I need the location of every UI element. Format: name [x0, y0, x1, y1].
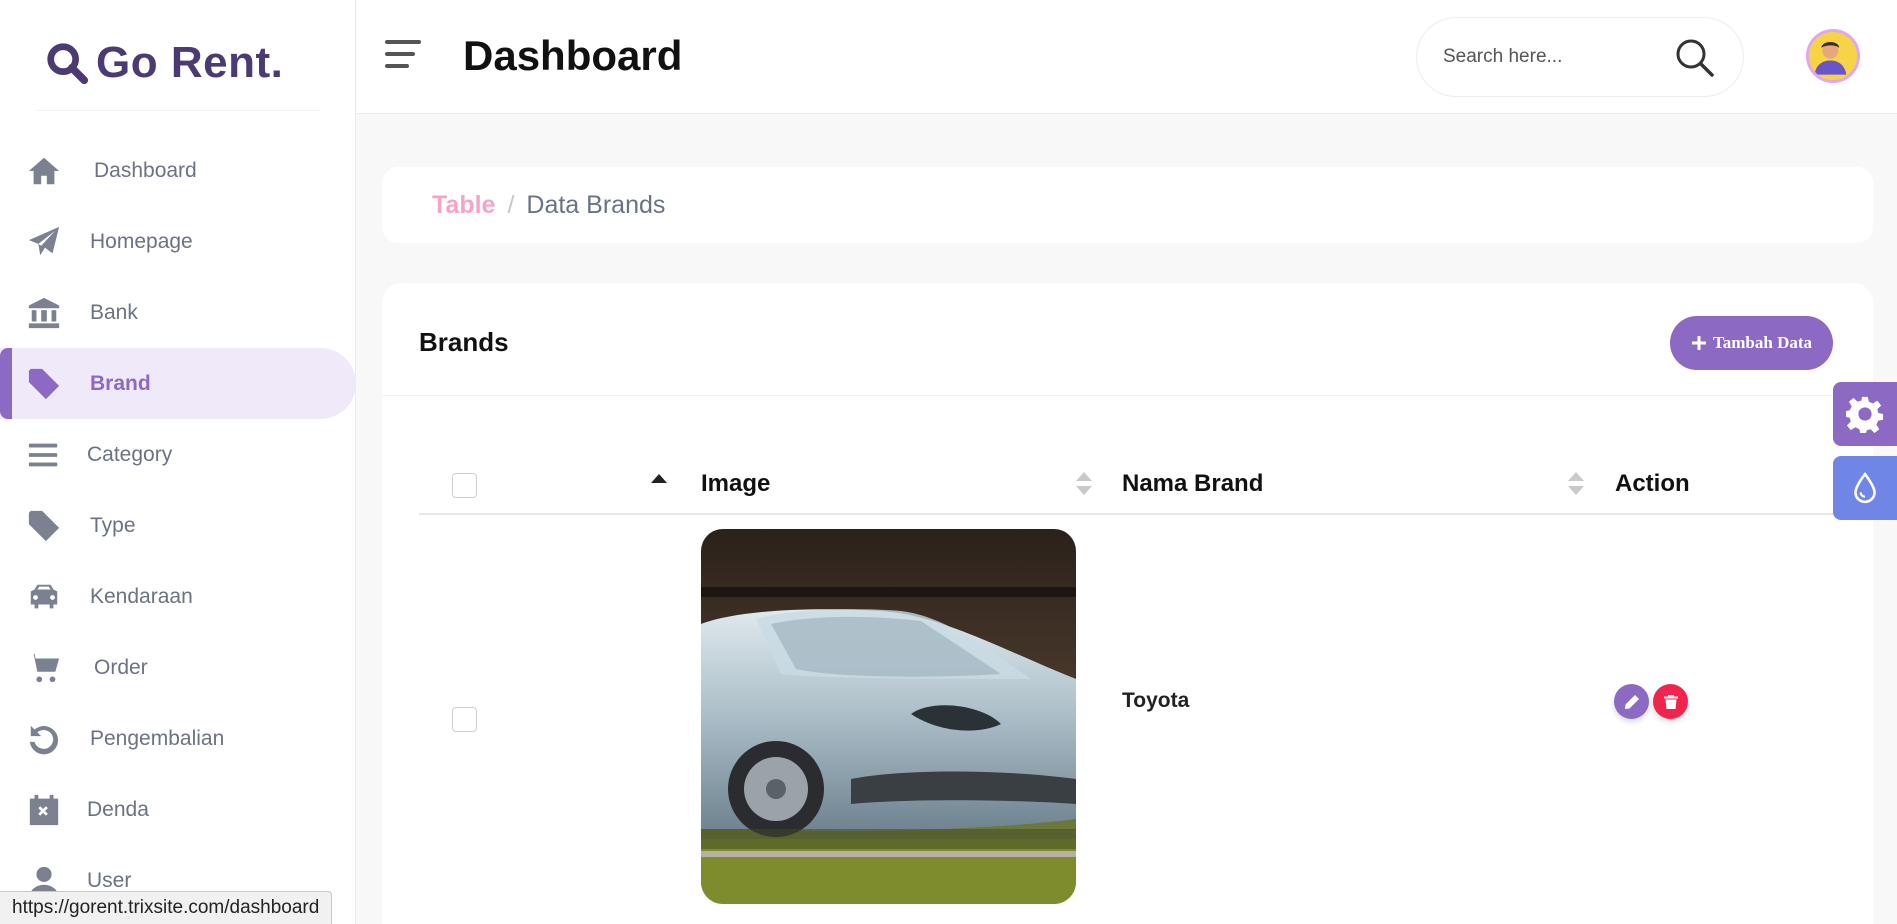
sidebar-item-type[interactable]: Type: [0, 490, 356, 561]
sidebar-item-label: Order: [94, 655, 148, 679]
sort-icon[interactable]: [1567, 472, 1585, 498]
car-icon: [26, 579, 62, 615]
paper-plane-icon: [26, 224, 62, 260]
select-all-checkbox[interactable]: [452, 473, 477, 498]
sidebar-item-label: Type: [90, 513, 136, 537]
sidebar-item-homepage[interactable]: Homepage: [0, 206, 356, 277]
delete-button[interactable]: [1653, 684, 1688, 719]
breadcrumb-link-table[interactable]: Table: [432, 191, 495, 220]
edit-button[interactable]: [1614, 684, 1649, 719]
tag-icon: [26, 366, 62, 402]
cart-icon: [26, 650, 62, 686]
avatar[interactable]: [1806, 29, 1860, 83]
undo-icon: [26, 721, 62, 757]
status-bar-url: https://gorent.trixsite.com/dashboard: [0, 891, 333, 924]
droplet-icon: [1854, 472, 1876, 504]
sidebar-item-order[interactable]: Order: [0, 632, 356, 703]
sidebar-item-dashboard[interactable]: Dashboard: [0, 135, 356, 206]
home-icon: [26, 153, 62, 189]
theme-button[interactable]: [1833, 456, 1897, 520]
row-checkbox[interactable]: [452, 707, 477, 732]
sidebar-item-bank[interactable]: Bank: [0, 277, 356, 348]
sidebar-menu: Dashboard Homepage Bank Brand Category T…: [0, 135, 356, 916]
search-logo-icon: [47, 43, 89, 85]
card-divider: [382, 395, 1873, 396]
search-input[interactable]: [1443, 40, 1663, 74]
trash-icon: [1663, 694, 1678, 709]
sidebar-item-label: Denda: [87, 797, 149, 821]
sidebar-item-kendaraan[interactable]: Kendaraan: [0, 561, 356, 632]
sort-icon[interactable]: [1075, 472, 1093, 498]
plus-icon: [1691, 336, 1706, 350]
brand-name-cell: Toyota: [1122, 689, 1190, 712]
list-icon: [26, 437, 62, 473]
sort-asc-icon[interactable]: [651, 474, 667, 483]
tag-icon: [26, 508, 62, 544]
bank-icon: [26, 295, 62, 331]
hamburger-menu-icon[interactable]: [385, 40, 421, 72]
top-header: Dashboard: [357, 0, 1897, 114]
sidebar-item-brand[interactable]: Brand: [0, 348, 356, 419]
breadcrumb-separator: /: [507, 190, 515, 219]
sidebar-item-label: User: [87, 868, 132, 892]
column-header-action: Action: [1615, 470, 1690, 497]
column-header-image[interactable]: Image: [701, 470, 770, 498]
pencil-icon: [1624, 694, 1639, 709]
sidebar-item-label: Bank: [90, 300, 138, 324]
table-header: Image Nama Brand Action: [419, 433, 1833, 515]
gear-icon: [1846, 396, 1884, 433]
breadcrumb: Table / Data Brands: [382, 167, 1873, 243]
sidebar-item-label: Category: [87, 442, 173, 466]
logo-text: Go Rent.: [96, 38, 284, 87]
sidebar-item-label: Kendaraan: [90, 584, 193, 608]
sidebar-item-label: Dashboard: [94, 158, 197, 182]
brand-image: [701, 529, 1076, 904]
logo[interactable]: Go Rent.: [44, 38, 283, 88]
sidebar: Go Rent. Dashboard Homepage Bank Brand C…: [0, 0, 356, 924]
card-title: Brands: [419, 327, 509, 357]
sidebar-item-label: Brand: [90, 371, 151, 395]
sidebar-item-category[interactable]: Category: [0, 419, 356, 490]
page-title: Dashboard: [463, 32, 683, 79]
brands-card: Brands Tambah Data Image Nama Brand Acti…: [382, 283, 1873, 924]
sidebar-item-label: Pengembalian: [90, 726, 225, 750]
settings-button[interactable]: [1833, 382, 1897, 446]
table-row: Toyota: [419, 517, 1833, 924]
search-icon[interactable]: [1673, 36, 1717, 80]
calendar-x-icon: [26, 792, 62, 828]
sidebar-item-denda[interactable]: Denda: [0, 774, 356, 845]
search-box: [1416, 17, 1744, 97]
breadcrumb-current: Data Brands: [526, 190, 666, 219]
add-data-button[interactable]: Tambah Data: [1670, 316, 1833, 370]
column-header-nama-brand[interactable]: Nama Brand: [1122, 470, 1263, 498]
sidebar-item-pengembalian[interactable]: Pengembalian: [0, 703, 356, 774]
logo-divider: [36, 110, 320, 111]
add-data-label: Tambah Data: [1712, 333, 1813, 352]
sidebar-item-label: Homepage: [90, 229, 193, 253]
